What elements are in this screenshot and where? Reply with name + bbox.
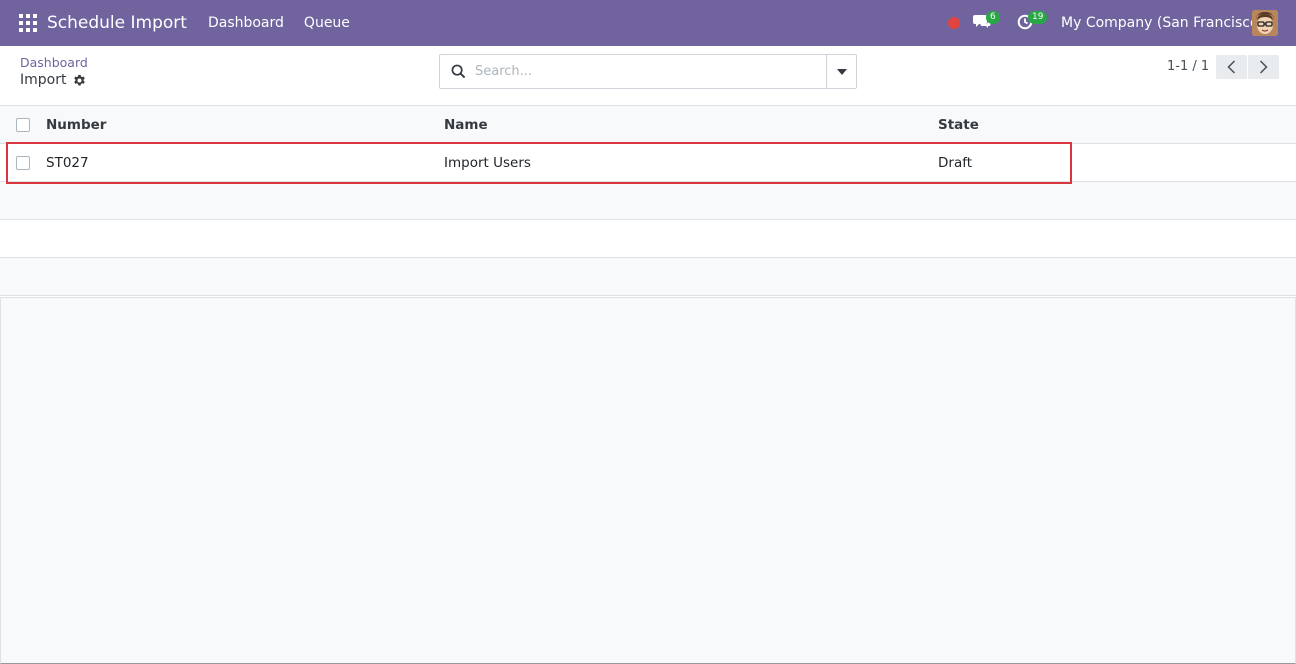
breadcrumb-dashboard[interactable]: Dashboard — [20, 55, 88, 70]
menu-item-dashboard[interactable]: Dashboard — [198, 0, 294, 46]
messages-count-badge: 6 — [986, 11, 1000, 24]
app-title[interactable]: Schedule Import — [47, 13, 187, 33]
empty-row — [0, 182, 1296, 220]
page-title-text: Import — [20, 72, 67, 88]
user-avatar[interactable] — [1252, 10, 1278, 36]
empty-row — [0, 258, 1296, 296]
caret-down-icon — [836, 68, 847, 75]
column-header-number[interactable]: Number — [46, 106, 106, 144]
cell-number: ST027 — [46, 155, 89, 171]
menu-item-queue[interactable]: Queue — [294, 0, 360, 46]
app-menu-icon[interactable] — [17, 12, 39, 34]
search-options-toggle[interactable] — [826, 55, 856, 88]
cell-state: Draft — [938, 155, 973, 171]
activities-count-badge: 19 — [1028, 11, 1048, 24]
company-switcher[interactable]: My Company (San Francisco) — [1061, 0, 1264, 46]
table-row[interactable]: ST027 Import Users Draft — [0, 144, 1296, 182]
gear-icon[interactable] — [73, 74, 86, 87]
search-icon — [451, 64, 466, 79]
column-header-name[interactable]: Name — [444, 106, 488, 144]
main-menu: Dashboard Queue — [198, 0, 360, 46]
empty-row — [0, 220, 1296, 258]
row-checkbox[interactable] — [16, 156, 30, 170]
list-header: Number Name State — [0, 106, 1296, 144]
page-title: Import — [20, 72, 86, 88]
cell-name: Import Users — [444, 155, 531, 171]
search-input[interactable] — [475, 64, 815, 79]
list-view: Number Name State ST027 Import Users Dra… — [0, 106, 1296, 296]
select-all-checkbox[interactable] — [16, 118, 30, 132]
top-navbar: Schedule Import Dashboard Queue 6 19 My … — [0, 0, 1296, 46]
column-header-state[interactable]: State — [938, 106, 979, 144]
pager-value[interactable]: 1-1 / 1 — [1167, 59, 1209, 74]
pager-previous-button[interactable] — [1216, 55, 1247, 79]
recording-indicator-icon[interactable] — [948, 17, 960, 29]
content-area — [0, 297, 1296, 664]
search-bar — [439, 54, 857, 89]
chevron-left-icon — [1227, 60, 1236, 74]
control-panel: Dashboard Import 1-1 / 1 — [0, 46, 1296, 106]
chevron-right-icon — [1259, 60, 1268, 74]
pager-next-button[interactable] — [1248, 55, 1279, 79]
